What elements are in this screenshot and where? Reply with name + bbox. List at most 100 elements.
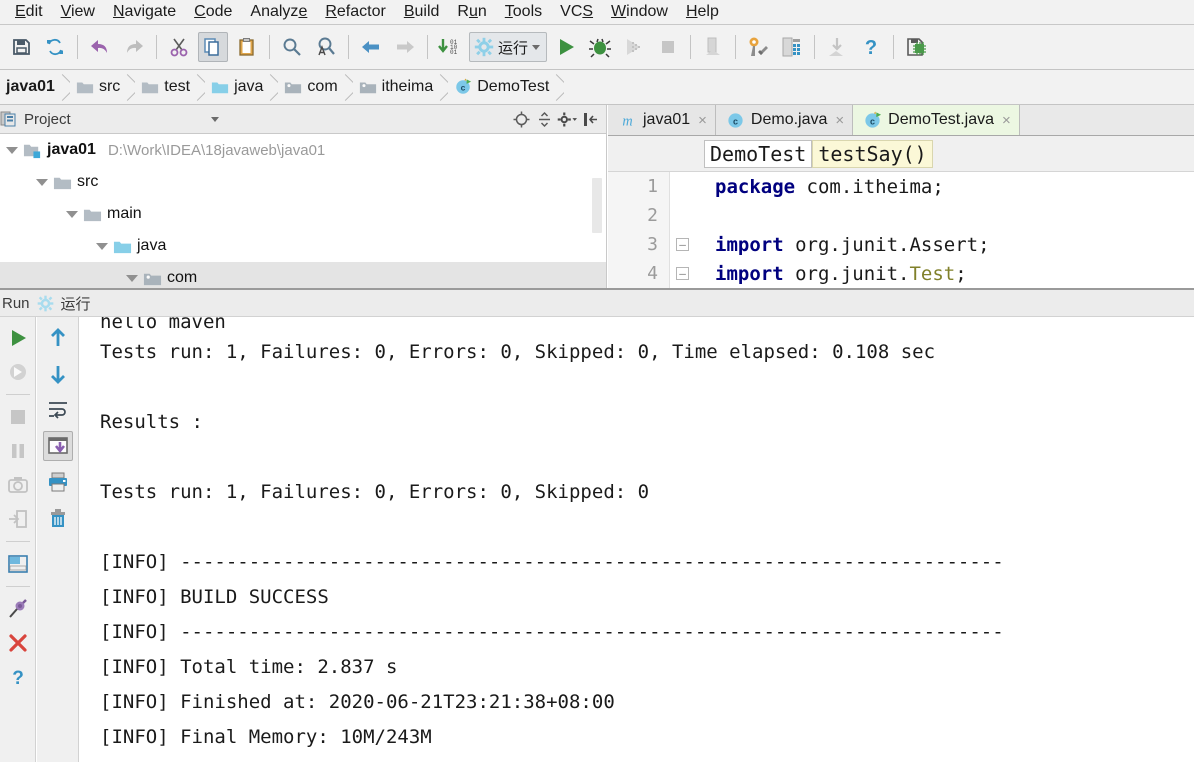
close-icon[interactable]: × (698, 112, 707, 129)
run-console-output[interactable]: hello maven Tests run: 1, Failures: 0, Er… (80, 317, 1194, 762)
folder-icon (53, 177, 72, 189)
settings-icon[interactable] (743, 32, 773, 62)
menu-item-build[interactable]: Build (395, 2, 449, 22)
project-tree-scrollbar[interactable] (592, 178, 602, 233)
copy-icon[interactable] (198, 32, 228, 62)
line-number: 2 (647, 205, 658, 226)
close-icon[interactable]: × (835, 112, 844, 129)
menu-item-vcs[interactable]: VCS (551, 2, 602, 22)
editor-tab-java01[interactable]: m java01 × (608, 105, 716, 135)
rerun-icon[interactable] (3, 323, 33, 353)
menu-item-help[interactable]: Help (677, 2, 728, 22)
scroll-to-end-icon[interactable] (42, 431, 73, 461)
breadcrumb-item-src[interactable]: src (70, 70, 124, 104)
tree-node-main[interactable]: main (0, 198, 606, 230)
debug-icon[interactable] (585, 32, 615, 62)
run-tool-window-config-name: 运行 (60, 295, 91, 313)
tree-node-java[interactable]: java (0, 230, 606, 262)
soft-wrap-icon[interactable] (43, 395, 73, 425)
code-line[interactable]: 1 package com.itheima; (608, 172, 1194, 201)
up-arrow-icon[interactable] (43, 323, 73, 353)
toolbar-divider (893, 35, 895, 59)
editor-breadcrumb-class[interactable]: DemoTest (704, 139, 813, 168)
sync-icon[interactable] (40, 32, 70, 62)
collapse-all-icon[interactable] (534, 109, 554, 129)
tree-node-java01[interactable]: java01 D:\Work\IDEA\18javaweb\java01 (0, 134, 606, 166)
chevron-down-icon[interactable] (210, 116, 219, 122)
close-icon[interactable]: × (1002, 112, 1011, 129)
code-line[interactable]: 2 (608, 201, 1194, 230)
cut-icon[interactable] (164, 32, 194, 62)
tree-node-src[interactable]: src (0, 166, 606, 198)
editor-tab-demotest-java[interactable]: c DemoTest.java × (853, 105, 1020, 135)
code-fold-icon[interactable]: – (676, 238, 689, 251)
code-editor[interactable]: 1 package com.itheima; 2 3 – import org.junit… (608, 172, 1194, 288)
module-icon (23, 144, 41, 158)
close-icon[interactable] (3, 628, 33, 658)
code-line[interactable]: 4 – import org.junit.Test; (608, 259, 1194, 288)
code-fold-icon[interactable]: – (676, 267, 689, 280)
run-tool-window-label: Run (2, 294, 30, 312)
find-icon[interactable] (277, 32, 307, 62)
save-icon[interactable] (6, 32, 36, 62)
code-line[interactable]: 3 – import org.junit.Assert; (608, 230, 1194, 259)
expand-triangle-icon[interactable] (6, 146, 18, 154)
print-icon[interactable] (43, 467, 73, 497)
tree-node-com[interactable]: com (0, 262, 606, 288)
menu-item-window[interactable]: Window (602, 2, 677, 22)
tree-node-label: main (107, 205, 142, 222)
expand-triangle-icon[interactable] (66, 210, 78, 218)
menu-item-tools[interactable]: Tools (496, 2, 551, 22)
svg-text:?: ? (12, 668, 24, 688)
package-icon (359, 82, 376, 94)
expand-triangle-icon[interactable] (36, 178, 48, 186)
editor-tab-demo-java[interactable]: c Demo.java × (715, 105, 854, 135)
layout-toggle-icon[interactable] (3, 549, 33, 579)
hide-panel-icon[interactable] (580, 109, 600, 129)
help-icon[interactable]: ? (856, 32, 886, 62)
navigate-back-icon[interactable] (356, 32, 386, 62)
svg-text:01: 01 (450, 49, 458, 56)
undo-icon[interactable] (85, 32, 115, 62)
menu-item-view[interactable]: View (52, 2, 104, 22)
toolbar-divider (77, 35, 78, 59)
breadcrumb-item-java01[interactable]: java01 (0, 70, 59, 104)
menu-item-code[interactable]: Code (185, 2, 241, 22)
update-project-icon[interactable]: 01 10 01 (435, 32, 465, 62)
run-configuration-selector[interactable]: 运行 (469, 32, 548, 62)
help-icon[interactable]: ? (3, 662, 33, 692)
find-replace-icon[interactable] (311, 32, 341, 62)
breadcrumb-item-test[interactable]: test (135, 70, 194, 104)
run-actions-secondary (37, 317, 79, 762)
menu-item-refactor[interactable]: Refactor (316, 2, 394, 22)
expand-triangle-icon[interactable] (96, 242, 108, 250)
trash-icon[interactable] (43, 503, 73, 533)
locate-icon[interactable] (511, 109, 531, 129)
breadcrumb-item-demotest[interactable]: c DemoTest (448, 70, 553, 104)
breadcrumb-item-com[interactable]: com (278, 70, 341, 104)
memory-indicator-icon[interactable] (901, 32, 931, 62)
editor-breadcrumb-method[interactable]: testSay() (812, 139, 933, 168)
settings-gear-icon[interactable] (557, 109, 577, 129)
run-icon[interactable] (551, 32, 581, 62)
project-tree[interactable]: java01 D:\Work\IDEA\18javaweb\java01 src ma… (0, 134, 607, 288)
editor-tab-bar: m java01 × c Demo.java × c DemoTest.java × (608, 105, 1194, 136)
down-arrow-icon[interactable] (43, 359, 73, 389)
paste-icon[interactable] (232, 32, 262, 62)
breadcrumb-item-itheima[interactable]: itheima (353, 70, 438, 104)
expand-triangle-icon[interactable] (126, 274, 138, 282)
chevron-down-icon[interactable] (532, 44, 541, 50)
svg-text:c: c (461, 83, 466, 93)
stop-icon (3, 402, 33, 432)
menu-item-analyze[interactable]: Analyze (241, 2, 316, 22)
menu-item-edit[interactable]: Edit (6, 2, 52, 22)
menu-item-run[interactable]: Run (448, 2, 495, 22)
run-config-gear-icon (37, 295, 53, 311)
breadcrumb-item-java[interactable]: java (205, 70, 267, 104)
pin-tab-icon[interactable] (3, 594, 33, 624)
menu-item-navigate[interactable]: Navigate (104, 2, 185, 22)
project-structure-icon[interactable] (777, 32, 807, 62)
